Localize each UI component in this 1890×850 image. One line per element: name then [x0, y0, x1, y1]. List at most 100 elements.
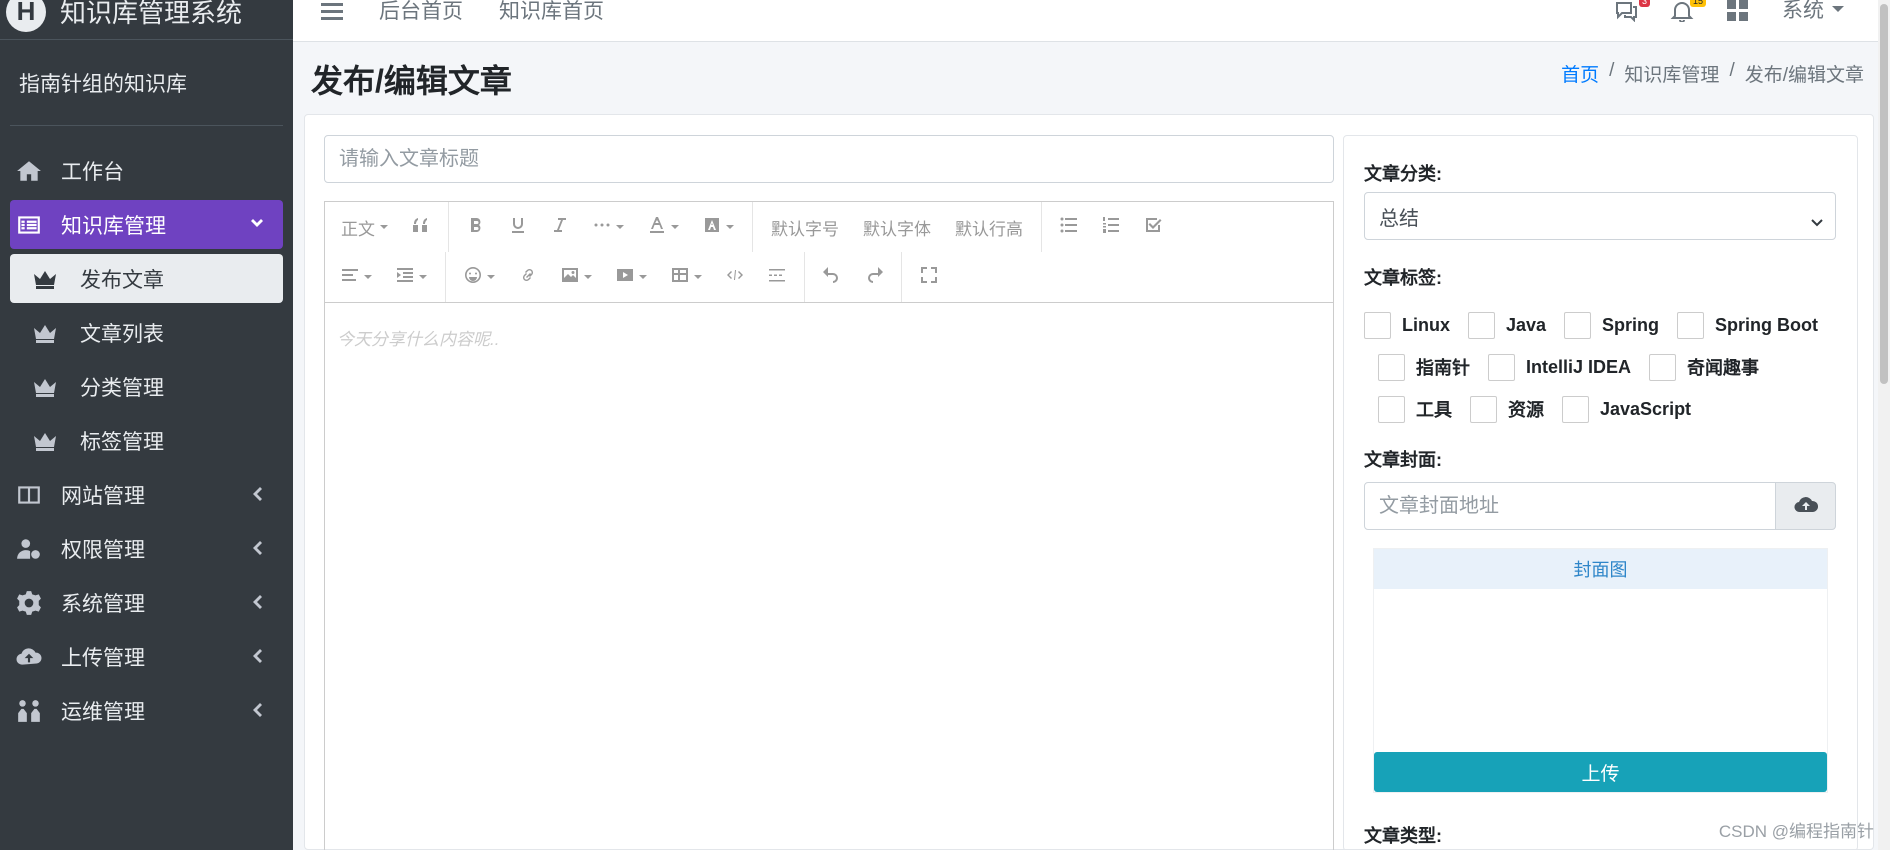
bullet-list-button[interactable]: [1048, 209, 1090, 245]
sidebar-item-permissions[interactable]: 权限管理: [10, 524, 283, 573]
underline-icon: [509, 216, 527, 239]
gear-icon: [13, 589, 45, 617]
emoji-dropdown[interactable]: [452, 259, 507, 295]
tag-checkbox-trivia[interactable]: 奇闻趣事: [1649, 353, 1759, 381]
bold-button[interactable]: [455, 209, 497, 245]
cover-preview: 封面图 上传: [1373, 548, 1828, 793]
breadcrumb-home[interactable]: 首页: [1561, 60, 1599, 87]
chevron-left-icon: [249, 538, 265, 558]
upload-button[interactable]: 上传: [1374, 752, 1827, 792]
breadcrumb-separator: /: [1609, 60, 1615, 81]
tags-label: 文章标签:: [1364, 268, 1442, 288]
sidebar-subitem-article-list[interactable]: 文章列表: [10, 308, 283, 357]
fullscreen-icon: [920, 266, 938, 289]
sidebar-subitem-category[interactable]: 分类管理: [10, 362, 283, 411]
tag-checkbox-spring[interactable]: Spring: [1564, 311, 1659, 339]
checkbox[interactable]: [1562, 395, 1589, 423]
apps-button[interactable]: [1726, 0, 1752, 24]
image-dropdown[interactable]: [549, 259, 604, 295]
divider-button[interactable]: [756, 259, 798, 295]
checkbox[interactable]: [1488, 353, 1515, 381]
tag-checkbox-javascript[interactable]: JavaScript: [1562, 395, 1691, 423]
tag-checkbox-zhinanzhen[interactable]: 指南针: [1378, 353, 1470, 381]
editor-content-area[interactable]: 今天分享什么内容呢..: [325, 303, 1333, 372]
category-select[interactable]: 总结: [1364, 192, 1836, 240]
cover-url-input[interactable]: [1364, 482, 1776, 530]
sidebar-item-system[interactable]: 系统管理: [10, 578, 283, 627]
user-cog-icon: [13, 535, 45, 563]
sidebar-item-ops[interactable]: 运维管理: [10, 686, 283, 735]
top-navbar: 后台首页 知识库首页 3 15 系统: [293, 0, 1890, 42]
sidebar-item-upload[interactable]: 上传管理: [10, 632, 283, 681]
tag-checkbox-java[interactable]: Java: [1468, 311, 1546, 339]
sidebar-nav: 工作台 知识库管理 发布文章 文章列表 分类管理 标签管理 网站管理 权限管理 …: [0, 146, 293, 735]
tag-checkbox-spring-boot[interactable]: Spring Boot: [1677, 311, 1819, 339]
undo-button[interactable]: [811, 259, 853, 295]
tag-row: Linux Java Spring Spring Boot: [1364, 304, 1844, 346]
checkbox[interactable]: [1649, 353, 1677, 381]
indent-dropdown[interactable]: [384, 259, 439, 295]
font-color-icon: [648, 216, 666, 239]
checkbox[interactable]: [1468, 311, 1495, 339]
code-button[interactable]: [714, 259, 756, 295]
checkbox[interactable]: [1378, 395, 1405, 423]
checkbox[interactable]: [1364, 311, 1391, 339]
sidebar-subitem-label: 发布文章: [80, 268, 164, 292]
brand[interactable]: H 知识库管理系统: [0, 0, 293, 40]
font-size-dropdown[interactable]: 默认字号: [759, 209, 851, 245]
underline-button[interactable]: [497, 209, 539, 245]
page-scrollbar[interactable]: [1878, 0, 1890, 850]
quote-button[interactable]: [400, 209, 442, 245]
italic-button[interactable]: [539, 209, 581, 245]
numbered-list-button[interactable]: [1090, 209, 1132, 245]
redo-button[interactable]: [853, 259, 895, 295]
cloud-upload-icon: [13, 643, 45, 671]
system-dropdown[interactable]: 系统: [1782, 0, 1844, 24]
sidebar-subitem-tags[interactable]: 标签管理: [10, 416, 283, 465]
video-dropdown[interactable]: [604, 259, 659, 295]
toolbar-divider: [1041, 202, 1042, 252]
dropdown-caret-icon: [671, 225, 679, 229]
todo-button[interactable]: [1132, 209, 1174, 245]
crown-icon: [32, 376, 58, 398]
user-panel[interactable]: 指南针组的知识库: [10, 40, 283, 126]
sidebar-item-website[interactable]: 网站管理: [10, 470, 283, 519]
heading-dropdown[interactable]: 正文: [329, 209, 400, 245]
tag-checkbox-resources[interactable]: 资源: [1470, 395, 1544, 423]
font-color-dropdown[interactable]: [636, 209, 691, 245]
sidebar-subitem-publish[interactable]: 发布文章: [10, 254, 283, 303]
checkbox[interactable]: [1564, 311, 1592, 339]
article-title-input[interactable]: [324, 135, 1334, 183]
hamburger-menu-icon[interactable]: [321, 2, 343, 21]
tag-checkbox-tools[interactable]: 工具: [1378, 395, 1452, 423]
tag-checkbox-linux[interactable]: Linux: [1364, 311, 1450, 339]
messages-button[interactable]: 3: [1614, 0, 1650, 24]
italic-icon: [551, 216, 569, 239]
align-dropdown[interactable]: [329, 259, 384, 295]
line-height-dropdown[interactable]: 默认行高: [943, 209, 1035, 245]
checkbox[interactable]: [1378, 353, 1405, 381]
tag-checkbox-intellij[interactable]: IntelliJ IDEA: [1488, 353, 1631, 381]
horizontal-rule-icon: [768, 266, 786, 289]
table-dropdown[interactable]: [659, 259, 714, 295]
fullscreen-button[interactable]: [908, 259, 950, 295]
more-styles-dropdown[interactable]: [581, 209, 636, 245]
nav-link-admin-home[interactable]: 后台首页: [379, 0, 463, 25]
notifications-button[interactable]: 15: [1670, 0, 1706, 24]
nav-link-kb-home[interactable]: 知识库首页: [499, 0, 604, 25]
cover-upload-icon-button[interactable]: [1775, 482, 1836, 530]
redo-icon: [865, 266, 883, 289]
scrollbar-thumb[interactable]: [1880, 4, 1888, 384]
sidebar-subitem-label: 文章列表: [80, 322, 164, 346]
font-family-dropdown[interactable]: 默认字体: [851, 209, 943, 245]
sidebar-item-knowledge[interactable]: 知识库管理: [10, 200, 283, 249]
checkbox[interactable]: [1677, 311, 1705, 339]
checkbox[interactable]: [1470, 395, 1497, 423]
link-button[interactable]: [507, 259, 549, 295]
tag-label: Spring Boot: [1715, 314, 1819, 335]
background-color-dropdown[interactable]: [691, 209, 746, 245]
sidebar-item-dashboard[interactable]: 工作台: [10, 146, 283, 195]
article-form-card: 正文 默认字号 默认字体 默认行高: [304, 114, 1874, 850]
breadcrumb-item: 知识库管理: [1624, 65, 1720, 86]
article-settings-panel: 文章分类: 总结 文章标签: Linux Java Spring Spring …: [1343, 135, 1858, 850]
